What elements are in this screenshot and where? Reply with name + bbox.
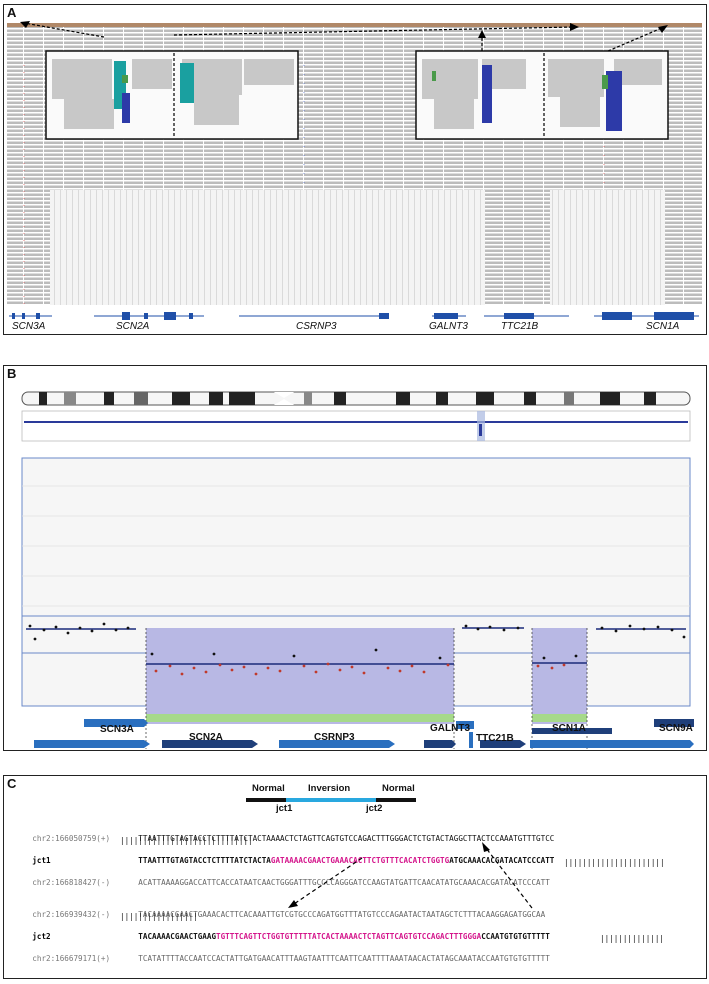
seq-label: chr2:166679171(+) xyxy=(32,954,111,963)
panel-b-copy-number-plot xyxy=(21,391,694,749)
alignment-bars: ||||||||||||||||||||||||||||| xyxy=(120,836,253,845)
gene-label: SCN2A xyxy=(116,321,150,332)
seq-text: ACATTAAAAGGACCATTCACCATAATCAACTGGGATTTGC… xyxy=(138,878,550,887)
seq-label: jct1 xyxy=(32,856,51,865)
seq-part-inverted: TGTTTCAGTTCTGGTGTTTTTATCACTAAAACTCTAGTTC… xyxy=(216,932,482,941)
seq-row: chr2:166679171(+) TCATATTTTACCAATCCACTATT… xyxy=(14,945,550,972)
gene-label: SCN3A xyxy=(12,321,46,332)
gene-label: SCN3A xyxy=(100,724,134,735)
gene-label: SCN1A xyxy=(646,321,680,332)
legend-normal-right: Normal xyxy=(382,783,415,794)
legend-bar-normal-left xyxy=(246,798,286,802)
seq-part-a: TACAAAACGAACTGAAG xyxy=(138,932,217,941)
gene-label: CSRNP3 xyxy=(314,732,355,743)
gene-label: SCN1A xyxy=(552,723,586,734)
panel-c-label: C xyxy=(7,776,17,791)
alignment-bars: |||||||||||||||||||||| xyxy=(564,858,665,867)
seq-part-b: CCAATGTGTGTTTTT xyxy=(481,932,550,941)
panel-c: C Normal Inversion Normal jct1 jct2 chr2… xyxy=(3,775,707,979)
bars-right: |||||||||||||| xyxy=(600,934,665,943)
bars-left: ||||||||||||||||||||||||||||| xyxy=(120,836,253,845)
legend-jct2: jct2 xyxy=(366,803,383,814)
legend-normal-left: Normal xyxy=(252,783,285,794)
legend-bar-inversion xyxy=(286,798,376,802)
seq-text: TCATATTTTACCAATCCACTATTGATGAACATTTAAGTAA… xyxy=(138,954,550,963)
seq-part-inverted: GATAAAACGAACTGAAACACTTCTGTTTCACATCTGGTG xyxy=(270,856,450,865)
legend-inversion: Inversion xyxy=(308,783,351,794)
seq-label: chr2:166818427(-) xyxy=(32,878,111,887)
seq-part-b: ATGCAAACACGATACATCCCATT xyxy=(449,856,555,865)
gene-label: SCN9A xyxy=(659,723,693,734)
gene-label: GALNT3 xyxy=(430,723,470,734)
panel-b: B SCN3A SCN2A CSRNP3 GALNT3 TTC21B SCN1A… xyxy=(3,365,707,751)
bars-left: ||||||||||||||||| xyxy=(120,912,198,921)
seq-text: TACAAAACGAACTGAAACACTTCACAAATTGTCGTGCCCA… xyxy=(138,910,546,919)
legend-jct1: jct1 xyxy=(276,803,293,814)
seq-row: chr2:166818427(-) ACATTAAAAGGACCATTCACCAT… xyxy=(14,869,550,896)
alignment-bars: |||||||||||||| xyxy=(600,934,664,943)
bars-right: |||||||||||||||||||||| xyxy=(564,858,665,867)
gene-label: SCN2A xyxy=(189,732,223,743)
alignment-bars: ||||||||||||||||| xyxy=(120,912,198,921)
seq-label: jct2 xyxy=(32,932,51,941)
panel-a: A SCN3A SCN2A CSRNP3 GALNT3 TTC21B SCN1A xyxy=(3,4,707,335)
panel-a-read-alignment xyxy=(7,21,702,333)
gene-label: GALNT3 xyxy=(429,321,468,332)
gene-label: TTC21B xyxy=(476,733,514,744)
legend-bar-normal-right xyxy=(376,798,416,802)
gene-label: CSRNP3 xyxy=(296,321,337,332)
gene-label: TTC21B xyxy=(501,321,539,332)
seq-part-a: TTAATTTGTAGTACCTCTTTTATCTACTA xyxy=(138,856,271,865)
